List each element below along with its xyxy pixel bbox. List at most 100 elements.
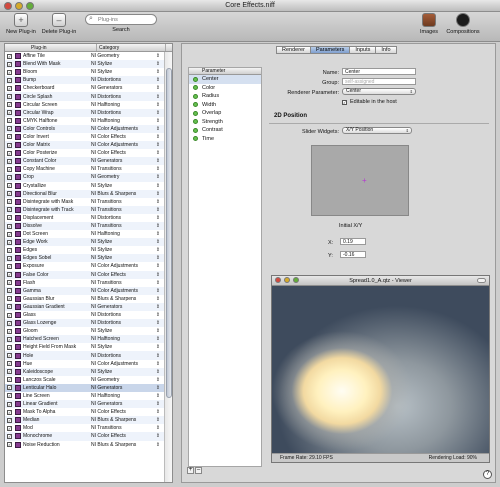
plugin-row[interactable]: ✓ Linear Gradient NI Generators ⇕	[5, 400, 166, 409]
xy-position-pad[interactable]: +	[311, 145, 409, 216]
enabled-checkbox[interactable]: ✓	[7, 215, 12, 221]
plugin-row[interactable]: ✓ Color Invert NI Color Effects ⇕	[5, 133, 166, 141]
category-popup-icon[interactable]: ⇕	[154, 94, 162, 100]
parameter-item[interactable]: Width	[189, 101, 261, 110]
plugin-row[interactable]: ✓ CMYK Halftone NI Halftoning ⇕	[5, 117, 166, 125]
col-category-header[interactable]: Category	[97, 44, 166, 51]
plugin-row[interactable]: ✓ Blend With Mask NI Stylize ⇕	[5, 60, 166, 69]
plugin-row[interactable]: ✓ Hatched Screen NI Halftoning ⇕	[5, 335, 166, 344]
plugin-list-scrollbar[interactable]	[164, 52, 172, 482]
renderer-parameter-popup[interactable]: Center ⇕	[342, 88, 416, 95]
parameter-item[interactable]: Overlap	[189, 109, 261, 118]
tab-renderer[interactable]: Renderer	[276, 46, 311, 54]
category-popup-icon[interactable]: ⇕	[154, 288, 162, 294]
group-field[interactable]: self-assigned	[342, 78, 416, 85]
enabled-checkbox[interactable]: ✓	[7, 231, 12, 237]
enabled-checkbox[interactable]: ✓	[7, 344, 12, 350]
crosshair-icon[interactable]: +	[362, 177, 367, 185]
plugin-row[interactable]: ✓ Crop NI Geometry ⇕	[5, 173, 166, 182]
plugin-row[interactable]: ✓ Directional Blur NI Blurs & Sharpens ⇕	[5, 189, 166, 198]
category-popup-icon[interactable]: ⇕	[154, 385, 162, 391]
enabled-checkbox[interactable]: ✓	[7, 336, 12, 342]
enabled-checkbox[interactable]: ✓	[7, 61, 12, 67]
category-popup-icon[interactable]: ⇕	[154, 69, 162, 75]
scrollbar-thumb[interactable]	[166, 68, 172, 398]
plugin-row[interactable]: ✓ Color Controls NI Color Adjustments ⇕	[5, 124, 166, 133]
parameter-item[interactable]: Center	[189, 75, 261, 84]
enabled-checkbox[interactable]: ✓	[7, 142, 12, 148]
enabled-checkbox[interactable]: ✓	[7, 110, 12, 116]
plugin-row[interactable]: ✓ Gaussian Blur NI Blurs & Sharpens ⇕	[5, 295, 166, 303]
name-field[interactable]: Center	[342, 68, 416, 75]
plugin-row[interactable]: ✓ Color Matrix NI Color Adjustments ⇕	[5, 141, 166, 150]
search-field[interactable]: ⌕	[85, 14, 157, 25]
enabled-checkbox[interactable]: ✓	[7, 409, 12, 415]
enabled-checkbox[interactable]: ✓	[7, 53, 12, 59]
enabled-checkbox[interactable]: ✓	[7, 425, 12, 431]
enabled-checkbox[interactable]: ✓	[7, 296, 12, 302]
plugin-row[interactable]: ✓ Edges NI Stylize ⇕	[5, 246, 166, 254]
search-input[interactable]	[98, 16, 154, 24]
category-popup-icon[interactable]: ⇕	[154, 369, 162, 375]
plugin-row[interactable]: ✓ Exposure NI Color Adjustments ⇕	[5, 262, 166, 270]
plugin-row[interactable]: ✓ Bloom NI Stylize ⇕	[5, 68, 166, 76]
category-popup-icon[interactable]: ⇕	[154, 134, 162, 140]
editable-checkbox-row[interactable]: ✓ Editable in the host	[342, 99, 397, 105]
category-popup-icon[interactable]: ⇕	[154, 207, 162, 213]
toolbar-toggle-button[interactable]	[477, 278, 486, 283]
enabled-checkbox[interactable]: ✓	[7, 369, 12, 375]
enabled-checkbox[interactable]: ✓	[7, 328, 12, 334]
category-popup-icon[interactable]: ⇕	[154, 263, 162, 269]
plugin-row[interactable]: ✓ Glass Lozenge NI Distortions ⇕	[5, 319, 166, 328]
category-popup-icon[interactable]: ⇕	[154, 158, 162, 164]
plugin-row[interactable]: ✓ Circular Screen NI Halftoning ⇕	[5, 101, 166, 109]
enabled-checkbox[interactable]: ✓	[7, 272, 12, 278]
enabled-checkbox[interactable]: ✓	[7, 199, 12, 205]
category-popup-icon[interactable]: ⇕	[154, 77, 162, 83]
tab-inputs[interactable]: Inputs	[349, 46, 377, 54]
category-popup-icon[interactable]: ⇕	[154, 425, 162, 431]
enabled-checkbox[interactable]: ✓	[7, 353, 12, 359]
category-popup-icon[interactable]: ⇕	[154, 433, 162, 439]
parameter-item[interactable]: Color	[189, 84, 261, 93]
parameter-item[interactable]: Strength	[189, 118, 261, 127]
enabled-checkbox[interactable]: ✓	[7, 385, 12, 391]
enabled-checkbox[interactable]: ✓	[7, 118, 12, 124]
slider-widgets-popup[interactable]: X/Y Position ⇕	[342, 127, 412, 134]
plugin-row[interactable]: ✓ Flash NI Transitions ⇕	[5, 279, 166, 287]
category-popup-icon[interactable]: ⇕	[154, 344, 162, 350]
enabled-checkbox[interactable]: ✓	[7, 69, 12, 75]
enabled-checkbox[interactable]: ✓	[7, 304, 12, 310]
plugin-row[interactable]: ✓ Bump NI Distortions ⇕	[5, 76, 166, 85]
plugin-row[interactable]: ✓ Gamma NI Color Adjustments ⇕	[5, 286, 166, 295]
category-popup-icon[interactable]: ⇕	[154, 312, 162, 318]
plugin-row[interactable]: ✓ Color Posterize NI Color Effects ⇕	[5, 149, 166, 157]
category-popup-icon[interactable]: ⇕	[154, 61, 162, 67]
parameter-item[interactable]: Contrast	[189, 126, 261, 135]
enabled-checkbox[interactable]: ✓	[7, 77, 12, 83]
plugin-row[interactable]: ✓ Kaleidoscope NI Stylize ⇕	[5, 367, 166, 376]
enabled-checkbox[interactable]: ✓	[7, 166, 12, 172]
category-popup-icon[interactable]: ⇕	[154, 102, 162, 108]
enabled-checkbox[interactable]: ✓	[7, 280, 12, 286]
editable-checkbox[interactable]: ✓	[342, 99, 347, 105]
category-popup-icon[interactable]: ⇕	[154, 166, 162, 172]
delete-plugin-button[interactable]: – Delete Plug-in	[40, 13, 78, 35]
plugin-row[interactable]: ✓ Glass NI Distortions ⇕	[5, 311, 166, 319]
category-popup-icon[interactable]: ⇕	[154, 417, 162, 423]
enabled-checkbox[interactable]: ✓	[7, 320, 12, 326]
category-popup-icon[interactable]: ⇕	[154, 247, 162, 253]
x-field[interactable]: 0.19	[340, 238, 366, 245]
plugin-row[interactable]: ✓ Lanczos Scale NI Geometry ⇕	[5, 376, 166, 384]
enabled-checkbox[interactable]: ✓	[7, 417, 12, 423]
category-popup-icon[interactable]: ⇕	[154, 118, 162, 124]
enabled-checkbox[interactable]: ✓	[7, 191, 12, 197]
plugin-row[interactable]: ✓ Hole NI Distortions ⇕	[5, 351, 166, 360]
category-popup-icon[interactable]: ⇕	[154, 401, 162, 407]
category-popup-icon[interactable]: ⇕	[154, 393, 162, 399]
help-icon[interactable]: ?	[483, 470, 492, 479]
category-popup-icon[interactable]: ⇕	[154, 126, 162, 132]
category-popup-icon[interactable]: ⇕	[154, 183, 162, 189]
col-plugin-header[interactable]: Plug-in	[5, 44, 97, 51]
plugin-row[interactable]: ✓ Dissolve NI Transitions ⇕	[5, 221, 166, 231]
